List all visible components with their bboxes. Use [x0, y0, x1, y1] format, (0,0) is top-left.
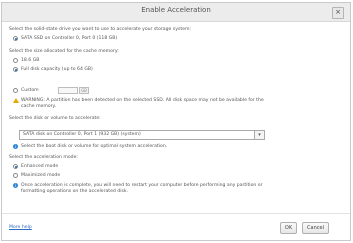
mode-radio-enhanced[interactable] [13, 164, 18, 169]
ssd-prompt: Select the solid-state drive you want to… [9, 27, 191, 32]
info-icon: i [13, 183, 18, 188]
info-icon: i [13, 144, 18, 149]
warning-icon [13, 98, 19, 103]
volume-hint: Select the boot disk or volume for optim… [21, 144, 168, 149]
volume-prompt: Select the disk or volume to accelerate: [9, 116, 101, 121]
warning-text-2: cache memory. [21, 104, 57, 109]
volume-select[interactable]: SATA disk on Controller 0, Port 1 (932 G… [19, 130, 265, 140]
cache-option-18gb[interactable]: 18.6 GB [21, 58, 39, 64]
enable-acceleration-dialog: Enable Acceleration × Select the solid-s… [1, 2, 351, 241]
custom-size-input[interactable] [58, 87, 78, 94]
mode-radio-maximized[interactable] [13, 173, 18, 178]
cache-prompt: Select the size allocated for the cache … [9, 49, 119, 54]
cache-option-full[interactable]: Full disk capacity (up to 64 GB) [21, 67, 93, 73]
volume-selected-value: SATA disk on Controller 0, Port 1 (932 G… [23, 132, 141, 137]
ssd-option-label[interactable]: SATA SSD on Controller 0, Port 0 (118 GB… [21, 36, 117, 42]
custom-size-unit: GB [79, 87, 89, 94]
close-button[interactable]: × [332, 7, 344, 19]
footer-divider [2, 213, 350, 214]
warning-text: WARNING: A partition has been detected o… [21, 98, 264, 103]
chevron-down-icon[interactable]: ▾ [254, 131, 264, 139]
mode-prompt: Select the acceleration mode: [9, 155, 78, 160]
cache-radio-18gb[interactable] [13, 58, 18, 63]
ok-button[interactable]: OK [280, 222, 297, 234]
cache-radio-custom[interactable] [13, 88, 18, 93]
cache-radio-full[interactable] [13, 67, 18, 72]
dialog-title: Enable Acceleration [141, 6, 211, 14]
cache-option-custom[interactable]: Custom [21, 88, 39, 94]
ssd-radio[interactable] [13, 36, 18, 41]
title-bar: Enable Acceleration × [2, 3, 350, 22]
mode-option-enhanced[interactable]: Enhanced mode [21, 164, 58, 170]
cancel-button[interactable]: Cancel [302, 222, 329, 234]
more-help-link[interactable]: More help [9, 225, 32, 231]
mode-note-2: formatting operations on the accelerated… [21, 189, 128, 194]
mode-option-maximized[interactable]: Maximized mode [21, 173, 60, 179]
